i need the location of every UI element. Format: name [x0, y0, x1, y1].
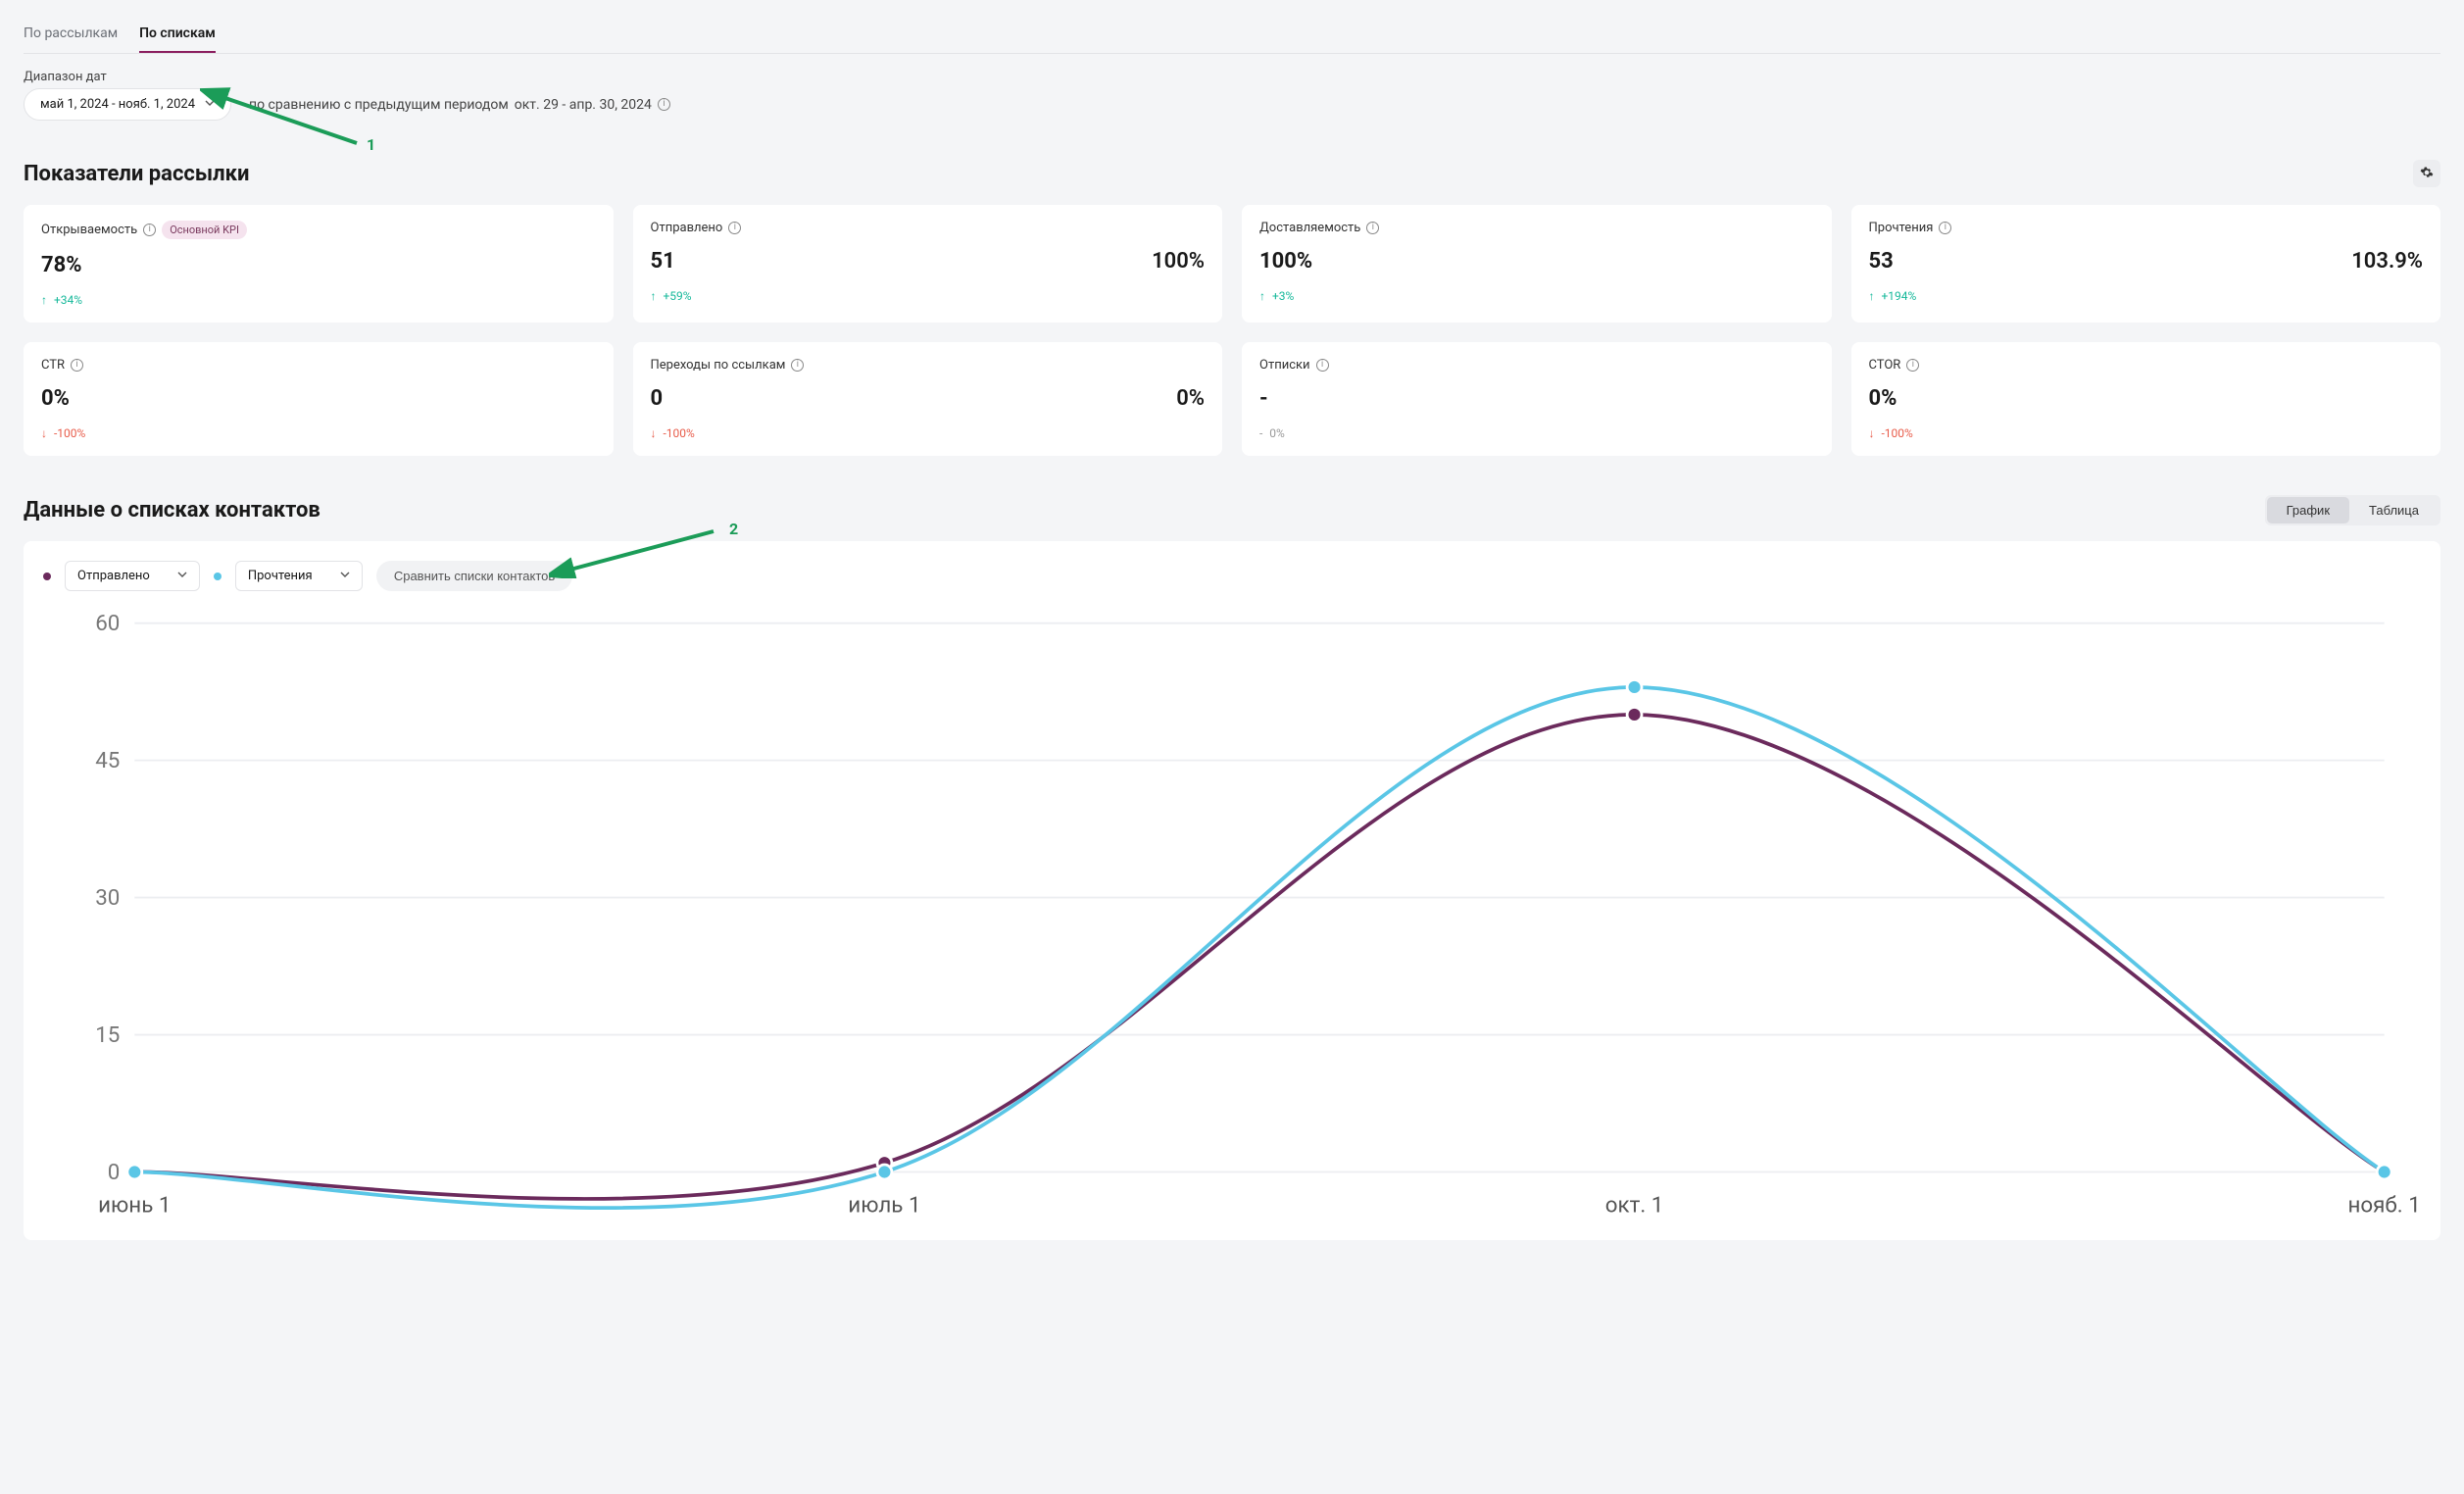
- series-a-label: Отправлено: [77, 569, 150, 583]
- kpi-change: +194%: [1869, 289, 2424, 303]
- kpi-value: -: [1259, 386, 1268, 411]
- tab-by-lists[interactable]: По спискам: [139, 20, 216, 53]
- svg-text:45: 45: [95, 748, 120, 773]
- svg-text:30: 30: [95, 885, 120, 911]
- chevron-down-icon: [205, 100, 215, 110]
- svg-text:нояб. 1: нояб. 1: [2347, 1193, 2420, 1219]
- kpi-change: +3%: [1259, 289, 1814, 303]
- compare-period-text: по сравнению с предыдущим периодом окт. …: [249, 97, 670, 113]
- kpi-change: 0%: [1259, 426, 1814, 440]
- svg-text:июль 1: июль 1: [848, 1193, 920, 1219]
- kpi-title: Переходы по ссылкам i: [651, 358, 1206, 373]
- kpi-title: Отписки i: [1259, 358, 1814, 373]
- kpi-card[interactable]: CTOR i 0% -100%: [1851, 342, 2441, 456]
- annotation-arrow-2: [549, 525, 725, 578]
- chevron-down-icon: [177, 572, 187, 581]
- chart-card: Отправлено Прочтения Сравнить списки кон…: [24, 541, 2440, 1240]
- kpi-sub-value: 103.9%: [2351, 249, 2423, 274]
- series-a-select[interactable]: Отправлено: [65, 561, 200, 591]
- chart-section-title: Данные о списках контактов: [24, 498, 320, 523]
- kpi-value: 0%: [41, 386, 70, 411]
- info-icon[interactable]: i: [1316, 359, 1329, 372]
- line-chart: 0 15 30 45 60 июнь 1 июль 1 окт. 1 нояб. 1: [43, 605, 2421, 1226]
- kpi-grid: Открываемость i Основной KPI 78% +34% От…: [24, 205, 2440, 456]
- tabs: По рассылкам По спискам: [24, 20, 2440, 54]
- kpi-title: Доставляемость i: [1259, 221, 1814, 235]
- kpi-change: -100%: [1869, 426, 2424, 440]
- kpi-card[interactable]: Открываемость i Основной KPI 78% +34%: [24, 205, 614, 323]
- info-icon[interactable]: i: [1906, 359, 1919, 372]
- kpi-value: 53: [1869, 249, 1894, 274]
- kpi-change: -100%: [41, 426, 596, 440]
- gear-icon: [2420, 166, 2434, 182]
- kpi-title: CTOR i: [1869, 358, 2424, 373]
- info-icon[interactable]: i: [791, 359, 804, 372]
- info-icon[interactable]: i: [1366, 222, 1379, 234]
- date-range-selector[interactable]: май 1, 2024 - нояб. 1, 2024: [24, 88, 231, 121]
- kpi-value: 100%: [1259, 249, 1312, 274]
- date-range-value: май 1, 2024 - нояб. 1, 2024: [40, 97, 195, 112]
- kpi-card[interactable]: Отписки i - 0%: [1242, 342, 1832, 456]
- series-b-dot: [214, 573, 222, 580]
- chevron-down-icon: [340, 572, 350, 581]
- info-icon[interactable]: i: [658, 98, 670, 111]
- gear-button[interactable]: [2413, 160, 2440, 187]
- kpi-title: Прочтения i: [1869, 221, 2424, 235]
- kpi-card[interactable]: Отправлено i 51 100% +59%: [633, 205, 1223, 323]
- kpi-title: Отправлено i: [651, 221, 1206, 235]
- series-a-dot: [43, 573, 51, 580]
- kpi-title: Открываемость i Основной KPI: [41, 221, 596, 239]
- kpi-change: +34%: [41, 293, 596, 307]
- kpi-value: 78%: [41, 253, 82, 277]
- kpi-sub-value: 100%: [1152, 249, 1205, 274]
- kpi-section-title: Показатели рассылки: [24, 162, 249, 186]
- kpi-sub-value: 0%: [1176, 386, 1205, 411]
- series-b-label: Прочтения: [248, 569, 313, 583]
- view-toggle-chart[interactable]: График: [2267, 497, 2349, 523]
- kpi-card[interactable]: CTR i 0% -100%: [24, 342, 614, 456]
- svg-text:60: 60: [95, 611, 120, 636]
- view-toggle: График Таблица: [2265, 495, 2440, 525]
- series-b-select[interactable]: Прочтения: [235, 561, 363, 591]
- info-icon[interactable]: i: [143, 224, 156, 236]
- date-range-label: Диапазон дат: [24, 70, 2440, 84]
- info-icon[interactable]: i: [71, 359, 83, 372]
- svg-text:15: 15: [95, 1022, 120, 1048]
- info-icon[interactable]: i: [1939, 222, 1951, 234]
- kpi-card[interactable]: Переходы по ссылкам i 0 0% -100%: [633, 342, 1223, 456]
- view-toggle-table[interactable]: Таблица: [2349, 497, 2439, 523]
- kpi-badge: Основной KPI: [162, 221, 247, 239]
- kpi-value: 51: [651, 249, 675, 274]
- kpi-change: +59%: [651, 289, 1206, 303]
- svg-text:0: 0: [108, 1160, 121, 1185]
- kpi-change: -100%: [651, 426, 1206, 440]
- compare-lists-button[interactable]: Сравнить списки контактов: [376, 561, 572, 591]
- svg-text:июнь 1: июнь 1: [98, 1193, 171, 1219]
- kpi-title: CTR i: [41, 358, 596, 373]
- svg-text:окт. 1: окт. 1: [1605, 1193, 1664, 1219]
- kpi-value: 0%: [1869, 386, 1897, 411]
- kpi-card[interactable]: Доставляемость i 100% +3%: [1242, 205, 1832, 323]
- info-icon[interactable]: i: [728, 222, 741, 234]
- tab-by-campaigns[interactable]: По рассылкам: [24, 20, 118, 53]
- kpi-value: 0: [651, 386, 664, 411]
- chart-area: 0 15 30 45 60 июнь 1 июль 1 окт. 1 нояб. 1: [43, 605, 2421, 1230]
- annotation-1: 1: [367, 135, 375, 154]
- kpi-card[interactable]: Прочтения i 53 103.9% +194%: [1851, 205, 2441, 323]
